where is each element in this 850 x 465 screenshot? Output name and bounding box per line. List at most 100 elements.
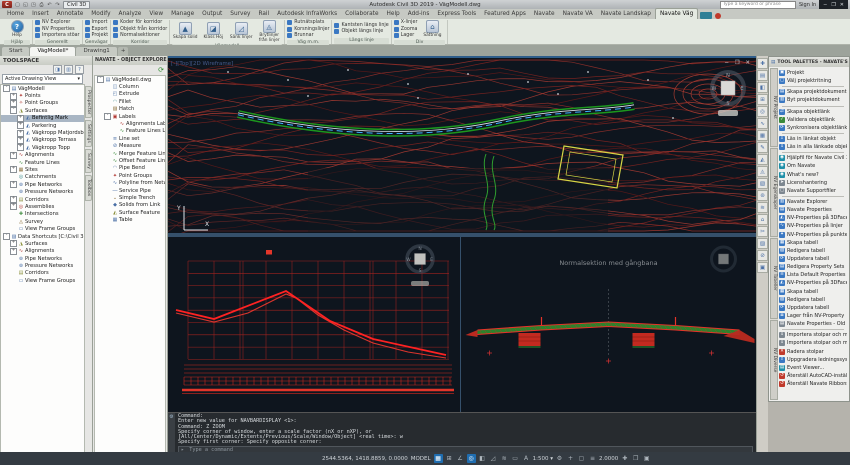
ribbon-tab-analyze[interactable]: Analyze [115,9,146,19]
explorer-item-fillet[interactable]: ◠Fillet [95,98,165,105]
prospector-item-surfaces[interactable]: -◮Surfaces [1,107,84,114]
toolbar-icon-4[interactable]: ◎ [757,106,768,117]
prospector-item-assemblies[interactable]: +◎Assemblies [1,203,84,210]
toolspace-header[interactable]: TOOLSPACE [0,56,92,65]
undo-icon[interactable]: ↶ [46,1,53,8]
refresh-icon[interactable]: ⟳ [158,66,164,74]
explorer-item-v-gmodell-dwg[interactable]: -▤VägModell.dwg [95,76,165,83]
palette-item-what-s-new[interactable]: ◉What's new? [779,171,847,179]
ribbon-bigbutton-help[interactable]: ?Help [4,20,30,39]
palette-item-redigera-property-sets[interactable]: ▤Redigera Property Sets [779,263,847,271]
toolbar-icon-7[interactable]: ✎ [757,142,768,153]
status-value[interactable]: 1:500 ▾ [533,456,553,462]
toolspace-icon-2[interactable]: ▥ [64,65,73,74]
prospector-item-view-frame-groups[interactable]: ▭View Frame Groups [1,225,84,232]
status-toggle-icon[interactable]: ◎ [467,454,476,463]
prospector-item-v-gkropp-topp[interactable]: +◭Vägkropp Topp [1,144,84,151]
ribbon-tab-output[interactable]: Output [198,9,226,19]
open-icon[interactable]: ◱ [22,1,29,8]
palette-tab-nv-tabeller[interactable]: NV Tabeller [770,238,778,319]
prospector-item-pipe-networks[interactable]: ⊚Pipe Networks [1,255,84,262]
ribbon-button-objekt-fr-n-korridor[interactable]: Objekt från korridor [113,27,167,33]
explorer-item-line-set[interactable]: ≡Line set [95,135,165,142]
command-window[interactable]: ⚙ Command:Enter new value for NAVBARDISP… [168,412,756,452]
file-tab-v-gmodell[interactable]: VägModell* [30,47,75,56]
ribbon-button-export[interactable]: Export [85,27,109,33]
toolspace-tab-toolbox[interactable]: Toolbox [85,175,92,200]
navbar-button[interactable] [411,281,429,286]
palette-item-skapa-tabell[interactable]: ▦Skapa tabell [779,239,847,247]
collapse-icon[interactable]: - [3,233,10,240]
toolbar-icon-0[interactable]: ✚ [757,58,768,69]
palette-item-uppgradera-ledningssystem[interactable]: ⇧Uppgradera ledningssystem [779,356,847,364]
status-toggle-icon[interactable]: ⚙ [555,454,564,463]
palette-item-nv-properties-p-3dface[interactable]: ◭NV-Properties på 3DFace [779,279,847,287]
drawing-area[interactable]: Y X N E S W [-][Top][2D Wireframe] − ❐ ✕ [168,56,756,452]
collapse-icon[interactable]: - [3,85,10,92]
expand-icon[interactable]: + [10,203,17,210]
expand-icon[interactable]: + [10,152,17,159]
ribbon-tab-survey[interactable]: Survey [226,9,254,19]
ribbon-tab-rail[interactable]: Rail [254,9,273,19]
palette-item-event-viewer[interactable]: ▤Event Viewer... [779,364,847,372]
prospector-item-pressure-networks[interactable]: ⊚Pressure Networks [1,262,84,269]
palette-item-l-s-in-l-nkat-objekt[interactable]: ⇩Läs in länkat objekt [779,135,847,143]
prospector-item-sites[interactable]: +▦Sites [1,166,84,173]
profile-viewport[interactable]: N E S W [168,237,461,412]
viewcube[interactable]: N E S W [406,246,433,286]
ribbon-tab-insert[interactable]: Insert [28,9,53,19]
new-drawing-tab-button[interactable]: + [118,47,129,56]
ribbon-button-zooma[interactable]: Zooma [394,27,418,33]
collapse-icon[interactable]: - [10,107,17,114]
status-toggle-icon[interactable]: ▣ [642,454,651,463]
expand-icon[interactable]: + [10,93,17,100]
palette-item-navate-properties[interactable]: ▤Navate Properties [779,206,847,214]
toolspace-icon-3[interactable]: ? [75,65,84,74]
status-toggle-icon[interactable]: + [566,454,575,463]
ribbon-tab-modify[interactable]: Modify [87,9,114,19]
status-toggle-icon[interactable]: ❐ [631,454,640,463]
expand-icon[interactable]: + [17,144,24,151]
ribbon-tab-featured-apps[interactable]: Featured Apps [480,9,530,19]
ribbon-button-nv-properties[interactable]: NV Properties [35,27,80,33]
palette-item-navate-properties-old[interactable]: ▤Navate Properties - Old [779,320,847,328]
palette-item-byt-projektdokument[interactable]: ▥Byt projektdokument [779,96,847,104]
palette-item-skapa-objektl-nk[interactable]: ⇄Skapa objektlänk [779,108,847,116]
prospector-item-alignments[interactable]: +∿Alignments [1,248,84,255]
expand-icon[interactable]: + [10,100,17,107]
toolbar-icon-15[interactable]: ▨ [757,238,768,249]
explorer-item-measure[interactable]: ⊘Measure [95,143,165,150]
ribbon-button-normalsektioner[interactable]: Normalsektioner [113,33,167,39]
toolspace-icon-1[interactable]: ◨ [53,65,62,74]
expand-icon[interactable]: + [10,181,17,188]
command-customize-icon[interactable]: ⚙ [168,413,175,452]
status-toggle-icon[interactable]: ▦ [434,454,443,463]
explorer-item-service-pipe[interactable]: ―Service Pipe [95,187,165,194]
prospector-item-befintlig-mark[interactable]: +◭Befintlig Mark [1,115,84,122]
ribbon-tab-navate[interactable]: Navate [530,9,559,19]
status-toggle-icon[interactable]: ◿ [489,454,498,463]
toolbar-icon-9[interactable]: ◬ [757,166,768,177]
explorer-item-alignments-label-set[interactable]: ∿Alignments Label Set [95,120,165,127]
ribbon-button-lager[interactable]: Lager [394,33,418,39]
palette-item-licenshantering[interactable]: ➤Licenshantering [779,179,847,187]
ribbon-tab-add-ins[interactable]: Add-ins [404,9,434,19]
toolbar-icon-2[interactable]: ◧ [757,82,768,93]
prospector-item-points[interactable]: +✦Points [1,92,84,99]
status-value[interactable]: 2.0000 [599,456,618,462]
prospector-item-data-shortcuts-c-civil-3d-projects[interactable]: -▨Data Shortcuts [C:\Civil 3D Projects] [1,233,84,240]
palette-item-navate-explorer[interactable]: ▥Navate Explorer [779,198,847,206]
status-toggle-icon[interactable]: ▭ [511,454,520,463]
explorer-item-simple-trench[interactable]: ⌄Simple Trench [95,194,165,201]
explorer-item-extrude[interactable]: ◰Extrude [95,91,165,98]
toolbar-icon-14[interactable]: ✂ [757,226,768,237]
ribbon-button-objekt-l-ngs-linje[interactable]: Objekt längs linje [334,29,388,35]
toolbar-icon-13[interactable]: ⌂ [757,214,768,225]
explorer-item-offset-feature-line[interactable]: ∿Offset Feature Line [95,157,165,164]
ribbon-tab-annotate[interactable]: Annotate [53,9,88,19]
palette-item-uppdatera-tabell[interactable]: ⟳Uppdatera tabell [779,255,847,263]
app-menu-button[interactable]: C [2,1,12,8]
ribbon-badge[interactable] [700,12,712,19]
explorer-item-column[interactable]: ◫Column [95,83,165,90]
palette-item-navate-supportfiler[interactable]: ▢Navate Supportfiler [779,187,847,195]
